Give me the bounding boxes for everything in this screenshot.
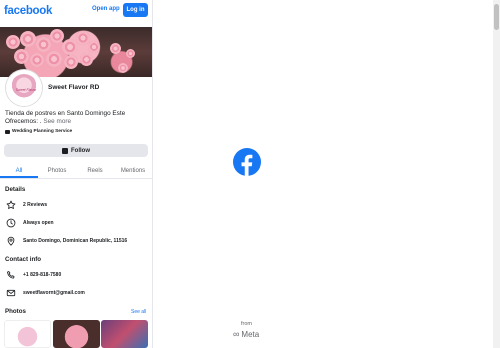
email-row[interactable]: sweetflavornt@gmail.com <box>6 288 85 298</box>
address-text: Santo Domingo, Dominican Republic, 11516 <box>23 238 128 244</box>
details-heading: Details <box>5 186 26 193</box>
phone-text: +1 829-818-7580 <box>23 272 62 278</box>
facebook-wordmark[interactable]: facebook <box>4 5 52 17</box>
scrollbar-thumb[interactable] <box>494 4 499 30</box>
reviews-text: 2 Reviews <box>23 202 48 208</box>
login-button[interactable]: Log in <box>123 3 148 17</box>
page-scrollbar[interactable] <box>493 0 500 348</box>
hours-text: Always open <box>23 220 54 226</box>
follow-label: Follow <box>71 147 90 154</box>
envelope-icon <box>6 289 16 297</box>
email-text: sweetflavornt@gmail.com <box>23 290 85 296</box>
hours-row: Always open <box>6 218 54 228</box>
tab-reels[interactable]: Reels <box>76 163 114 178</box>
facebook-logo-icon <box>233 148 261 176</box>
address-row[interactable]: Santo Domingo, Dominican Republic, 11516 <box>6 236 127 246</box>
page-bio: Tienda de postres en Santo Domingo Este … <box>5 110 150 126</box>
briefcase-icon <box>5 129 10 134</box>
bio-line-2: Ofrecemos: . <box>5 118 44 125</box>
contact-heading: Contact info <box>5 256 42 263</box>
clock-icon <box>6 218 16 228</box>
tab-all[interactable]: All <box>0 163 38 178</box>
star-icon <box>6 200 16 209</box>
follow-icon <box>62 147 68 154</box>
avatar-logo-text: Sweet Flavor <box>15 88 37 92</box>
mobile-page-panel: facebook Open app Log in Sweet Flavor Sw… <box>0 0 152 348</box>
category-label: Wedding Planning Service <box>12 129 73 134</box>
photo-thumbnail[interactable] <box>53 320 100 348</box>
see-all-photos-link[interactable]: See all <box>131 309 146 315</box>
phone-row[interactable]: +1 829-818-7580 <box>6 270 61 280</box>
photo-thumbnail[interactable] <box>4 320 51 348</box>
tab-mentions[interactable]: Mentions <box>114 163 152 178</box>
top-bar: facebook Open app Log in <box>0 0 152 22</box>
page-tabs: All Photos Reels Mentions <box>0 163 152 179</box>
phone-icon <box>7 271 15 279</box>
follow-button[interactable]: Follow <box>4 144 148 157</box>
open-app-link[interactable]: Open app <box>92 6 120 12</box>
meta-logo: ∞ Meta <box>233 329 259 339</box>
from-label: from <box>241 321 252 327</box>
panel-divider <box>152 0 153 348</box>
meta-wordmark: Meta <box>241 329 260 339</box>
bio-line-1: Tienda de postres en Santo Domingo Este <box>5 110 126 117</box>
photo-thumbnail[interactable] <box>101 320 148 348</box>
page-title: Sweet Flavor RD <box>48 84 100 91</box>
page-category: Wedding Planning Service <box>5 129 72 134</box>
reviews-row[interactable]: 2 Reviews <box>6 200 47 210</box>
page-avatar[interactable]: Sweet Flavor <box>6 70 42 106</box>
see-more-link[interactable]: See more <box>43 118 71 125</box>
tab-photos[interactable]: Photos <box>38 163 76 178</box>
location-pin-icon <box>7 236 15 246</box>
photos-heading: Photos <box>5 308 26 315</box>
meta-infinity-icon: ∞ <box>233 329 240 339</box>
